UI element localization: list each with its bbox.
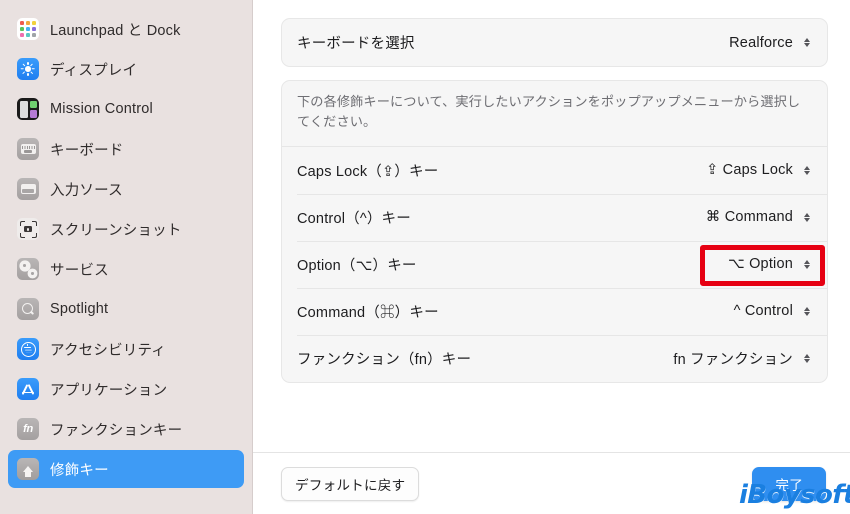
modifier-description-row: 下の各修飾キーについて、実行したいアクションをポップアップメニューから選択してく…: [282, 81, 827, 147]
modifier-description-text: 下の各修飾キーについて、実行したいアクションをポップアップメニューから選択してく…: [297, 94, 801, 130]
sidebar-item-applications[interactable]: アプリケーション: [8, 370, 244, 408]
modifier-row-command[interactable]: Command（⌘）キー ^ Control: [282, 287, 827, 335]
modifier-dropdown-control[interactable]: ⌘ Command: [706, 209, 813, 225]
sidebar-item-accessibility[interactable]: アクセシビリティ: [8, 330, 244, 368]
chevron-updown-icon: [800, 165, 813, 176]
services-icon: [17, 258, 39, 280]
modifier-dropdown-value: ⌘ Command: [705, 209, 793, 226]
settings-sidebar: Launchpad と Dock ディスプレイ Mission Control …: [0, 0, 253, 514]
sidebar-item-display[interactable]: ディスプレイ: [8, 50, 244, 88]
modifier-row-caps-lock[interactable]: Caps Lock（⇪）キー ⇪ Caps Lock: [282, 147, 827, 194]
chevron-updown-icon: [800, 212, 813, 223]
screenshot-icon: [17, 218, 39, 240]
modifier-keys-icon: [17, 458, 39, 480]
sidebar-item-function-keys[interactable]: fn ファンクションキー: [8, 410, 244, 448]
input-sources-icon: [17, 178, 39, 200]
display-icon: [17, 58, 39, 80]
reset-to-defaults-button[interactable]: デフォルトに戻す: [281, 466, 420, 501]
sidebar-item-modifier-keys[interactable]: 修飾キー: [8, 450, 244, 488]
sidebar-item-keyboard[interactable]: キーボード: [8, 130, 244, 168]
modifier-dropdown-value: ⌥ Option: [727, 256, 793, 273]
modifier-dropdown-caps-lock[interactable]: ⇪ Caps Lock: [706, 162, 813, 178]
modifier-row-label: Control（^）キー: [297, 210, 411, 227]
sidebar-item-launchpad-dock[interactable]: Launchpad と Dock: [8, 10, 244, 48]
chevron-updown-icon: [800, 259, 813, 270]
sidebar-item-label: 入力ソース: [50, 182, 123, 199]
keyboard-select-row[interactable]: キーボードを選択 Realforce: [282, 19, 827, 66]
sidebar-item-label: サービス: [50, 262, 109, 279]
keyboard-select-label: キーボードを選択: [297, 36, 415, 52]
sidebar-item-label: Mission Control: [50, 101, 153, 117]
settings-main-panel: キーボードを選択 Realforce 下の各修飾キーについて、実行したいアクショ…: [253, 0, 850, 514]
modifier-row-label: ファンクション（fn）キー: [297, 351, 472, 368]
modifier-row-control[interactable]: Control（^）キー ⌘ Command: [282, 193, 827, 241]
system-settings-window: Launchpad と Dock ディスプレイ Mission Control …: [0, 0, 850, 514]
sidebar-item-label: ファンクションキー: [50, 422, 183, 439]
keyboard-select-dropdown[interactable]: Realforce: [729, 35, 813, 51]
modifier-keys-card: 下の各修飾キーについて、実行したいアクションをポップアップメニューから選択してく…: [281, 80, 828, 383]
modifier-row-label: Caps Lock（⇪）キー: [297, 163, 439, 180]
modifier-dropdown-value: ^ Control: [733, 303, 793, 320]
iboysoft-watermark: iBoysoft: [739, 480, 850, 510]
modifier-dropdown-value: ⇪ Caps Lock: [706, 162, 793, 179]
modifier-dropdown-command[interactable]: ^ Control: [734, 303, 813, 319]
sidebar-item-label: アプリケーション: [50, 382, 168, 399]
sidebar-item-label: Spotlight: [50, 301, 109, 317]
modifier-dropdown-value: fn ファンクション: [673, 351, 793, 368]
sidebar-item-label: Launchpad と Dock: [50, 22, 181, 39]
sidebar-item-spotlight[interactable]: Spotlight: [8, 290, 244, 328]
applications-icon: [17, 378, 39, 400]
accessibility-icon: [17, 338, 39, 360]
sidebar-item-label: スクリーンショット: [50, 222, 182, 239]
sidebar-item-label: ディスプレイ: [50, 62, 138, 79]
keyboard-select-value: Realforce: [729, 34, 793, 51]
spotlight-icon: [17, 298, 39, 320]
sidebar-item-label: 修飾キー: [50, 462, 109, 479]
modifier-row-label: Option（⌥）キー: [297, 257, 417, 274]
sidebar-item-services[interactable]: サービス: [8, 250, 244, 288]
modifier-row-function[interactable]: ファンクション（fn）キー fn ファンクション: [282, 334, 827, 382]
modifier-row-option[interactable]: Option（⌥）キー ⌥ Option: [282, 240, 827, 288]
modifier-row-label: Command（⌘）キー: [297, 304, 439, 321]
mission-control-icon: [17, 98, 39, 120]
settings-content: キーボードを選択 Realforce 下の各修飾キーについて、実行したいアクショ…: [253, 0, 850, 452]
modifier-dropdown-option[interactable]: ⌥ Option: [728, 256, 813, 272]
sidebar-item-mission-control[interactable]: Mission Control: [8, 90, 244, 128]
sidebar-item-screenshot[interactable]: スクリーンショット: [8, 210, 244, 248]
chevron-updown-icon: [800, 306, 813, 317]
chevron-updown-icon: [800, 37, 813, 48]
modifier-dropdown-function[interactable]: fn ファンクション: [673, 348, 813, 369]
keyboard-select-card: キーボードを選択 Realforce: [281, 18, 828, 67]
keyboard-icon: [17, 138, 39, 160]
sidebar-item-label: キーボード: [50, 142, 124, 159]
sidebar-item-label: アクセシビリティ: [50, 342, 167, 359]
function-keys-icon: fn: [17, 418, 39, 440]
launchpad-icon: [17, 18, 39, 40]
chevron-updown-icon: [800, 353, 813, 364]
sidebar-item-input-sources[interactable]: 入力ソース: [8, 170, 244, 208]
